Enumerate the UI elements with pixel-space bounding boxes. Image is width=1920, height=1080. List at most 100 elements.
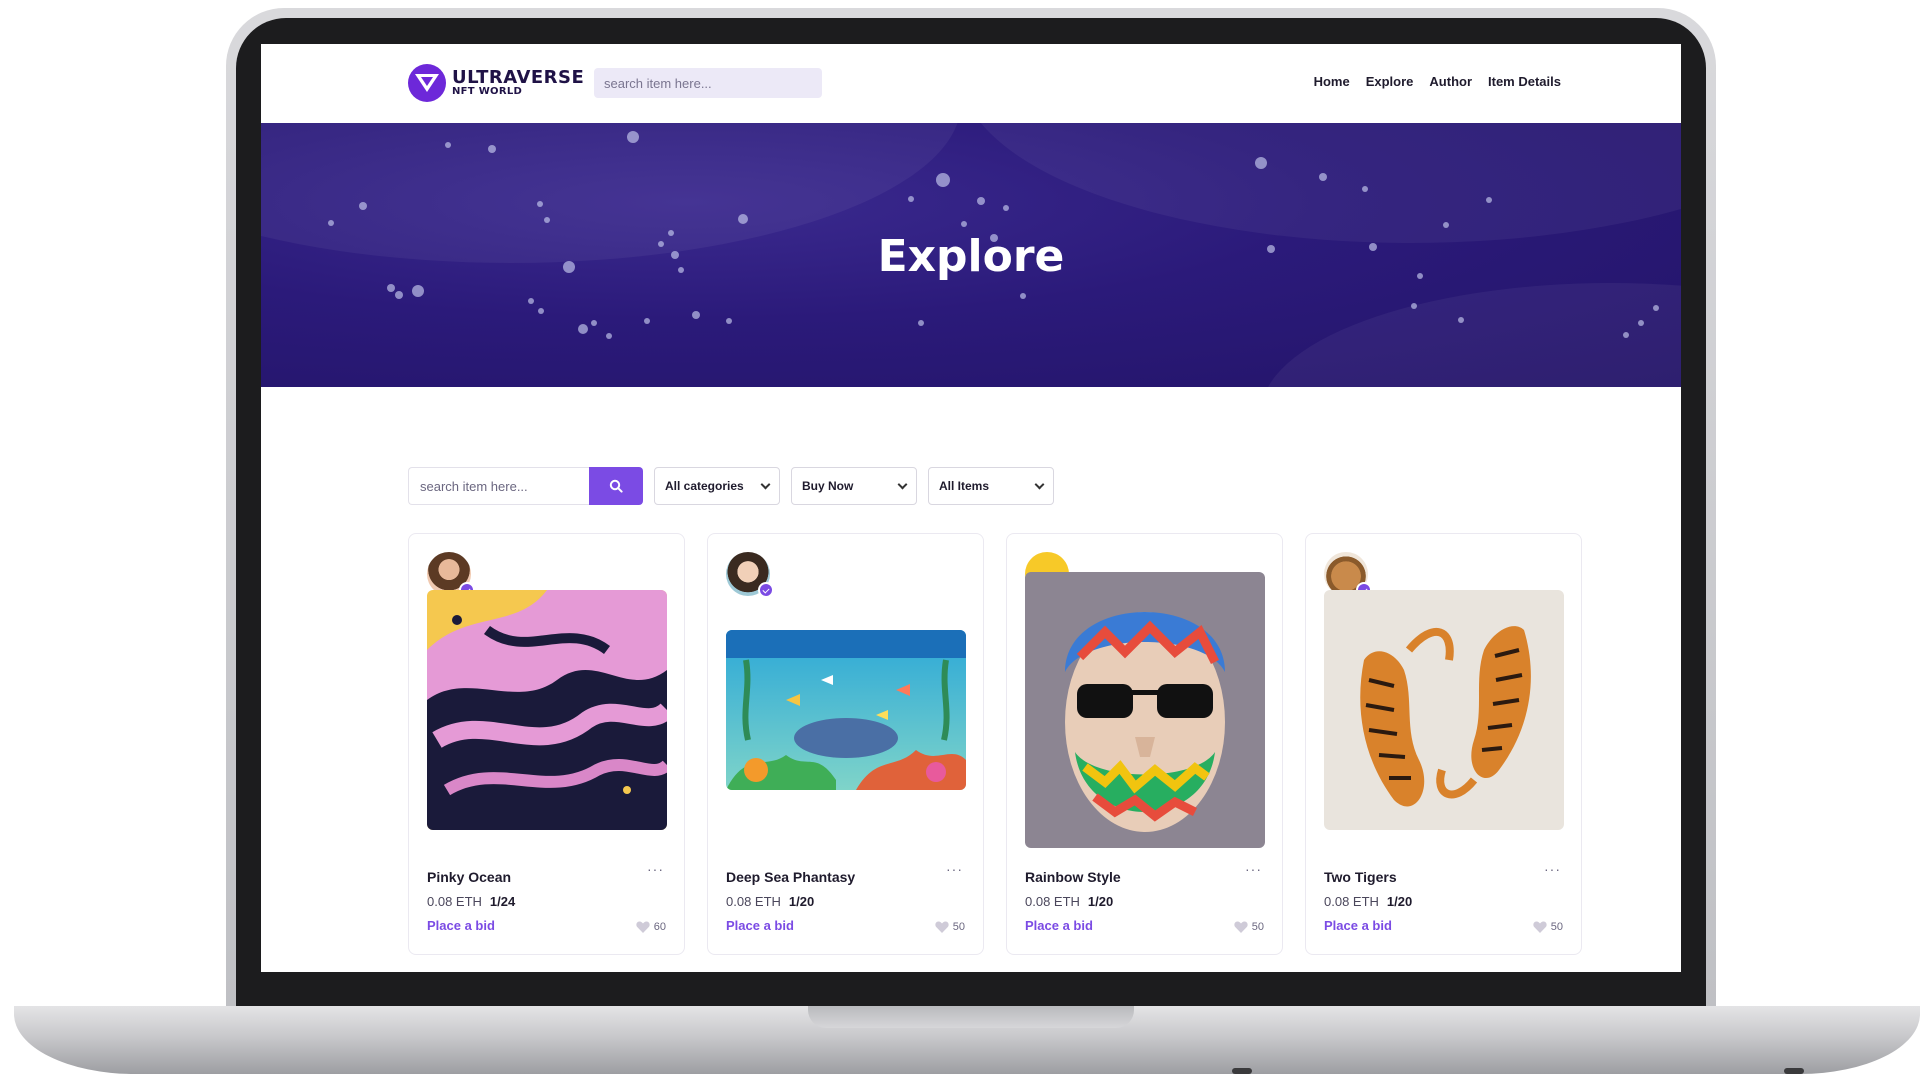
logo-subtitle: NFT WORLD: [452, 86, 523, 97]
card-title[interactable]: Two Tigers: [1324, 869, 1397, 885]
nft-image[interactable]: [1025, 572, 1265, 848]
star-dot: [544, 217, 550, 223]
sale-type-dropdown[interactable]: Buy Now: [791, 467, 917, 505]
heart-icon: [935, 921, 949, 933]
like-button[interactable]: 60: [636, 921, 666, 933]
nft-card[interactable]: Two Tigers ··· 0.08 ETH 1/20 Place a bid…: [1305, 533, 1582, 955]
star-dot: [1638, 320, 1644, 326]
nft-card[interactable]: Pinky Ocean ··· 0.08 ETH 1/24 Place a bi…: [408, 533, 685, 955]
laptop-notch: [808, 1006, 1134, 1028]
filter-search: [408, 467, 643, 505]
card-price: 0.08 ETH: [427, 894, 482, 909]
star-dot: [395, 291, 403, 299]
place-bid-link[interactable]: Place a bid: [427, 918, 495, 933]
hero-wave: [1261, 283, 1681, 387]
chevron-down-icon: [760, 479, 771, 489]
star-dot: [412, 285, 424, 297]
card-price: 0.08 ETH: [1324, 894, 1379, 909]
star-dot: [1003, 205, 1009, 211]
star-dot: [445, 142, 451, 148]
star-dot: [387, 284, 395, 292]
nav-item-details[interactable]: Item Details: [1488, 74, 1561, 89]
items-dropdown[interactable]: All Items: [928, 467, 1054, 505]
card-edition-count: 1/20: [1087, 894, 1114, 909]
star-dot: [591, 320, 597, 326]
star-dot: [578, 324, 588, 334]
like-button[interactable]: 50: [1234, 921, 1264, 933]
sale-type-dropdown-label: Buy Now: [802, 479, 854, 493]
star-dot: [908, 196, 914, 202]
card-title[interactable]: Pinky Ocean: [427, 869, 511, 885]
more-options-button[interactable]: ···: [1245, 861, 1262, 877]
nav-explore[interactable]: Explore: [1366, 74, 1414, 89]
star-dot: [1411, 303, 1417, 309]
place-bid-link[interactable]: Place a bid: [726, 918, 794, 933]
like-button[interactable]: 50: [935, 921, 965, 933]
place-bid-link[interactable]: Place a bid: [1025, 918, 1093, 933]
header-search-input[interactable]: [594, 68, 822, 98]
page-title: Explore: [877, 231, 1065, 282]
card-edition-count: 1/20: [788, 894, 815, 909]
card-title[interactable]: Deep Sea Phantasy: [726, 869, 855, 885]
more-options-button[interactable]: ···: [1544, 861, 1561, 877]
like-count: 50: [952, 921, 965, 933]
hero-wave: [961, 123, 1681, 243]
star-dot: [528, 298, 534, 304]
star-dot: [538, 308, 544, 314]
star-dot: [1362, 186, 1368, 192]
logo-title: ULTRAVERSE: [452, 67, 585, 88]
card-price: 0.08 ETH: [726, 894, 781, 909]
star-dot: [359, 202, 367, 210]
nft-artwork: [1025, 572, 1265, 848]
chevron-down-icon: [897, 479, 908, 489]
star-dot: [961, 221, 967, 227]
star-dot: [1443, 222, 1449, 228]
nft-image[interactable]: [427, 590, 667, 830]
nft-artwork: [427, 590, 667, 830]
search-button[interactable]: [589, 467, 643, 505]
search-icon: [609, 479, 623, 493]
logo-icon: [408, 64, 446, 102]
laptop-foot: [1784, 1068, 1804, 1074]
star-dot: [1319, 173, 1327, 181]
like-button[interactable]: 50: [1533, 921, 1563, 933]
avatar[interactable]: [726, 552, 774, 598]
nav-author[interactable]: Author: [1429, 74, 1472, 89]
card-price: 0.08 ETH: [1025, 894, 1080, 909]
like-count: 60: [653, 921, 666, 933]
star-dot: [1020, 293, 1026, 299]
like-count: 50: [1251, 921, 1264, 933]
star-dot: [537, 201, 543, 207]
card-title[interactable]: Rainbow Style: [1025, 869, 1121, 885]
verified-icon: [758, 582, 774, 598]
nft-card[interactable]: Rainbow Style ··· 0.08 ETH 1/20 Place a …: [1006, 533, 1283, 955]
star-dot: [644, 318, 650, 324]
chevron-down-icon: [1034, 479, 1045, 489]
nav-home[interactable]: Home: [1314, 74, 1350, 89]
star-dot: [606, 333, 612, 339]
nft-card[interactable]: Deep Sea Phantasy ··· 0.08 ETH 1/20 Plac…: [707, 533, 984, 955]
place-bid-link[interactable]: Place a bid: [1324, 918, 1392, 933]
nft-artwork: [1324, 590, 1564, 830]
heart-icon: [636, 921, 650, 933]
items-dropdown-label: All Items: [939, 479, 990, 493]
category-dropdown[interactable]: All categories: [654, 467, 780, 505]
more-options-button[interactable]: ···: [946, 861, 963, 877]
logo[interactable]: ULTRAVERSE NFT WORLD: [408, 64, 584, 102]
nft-image[interactable]: [1324, 590, 1564, 830]
hero-banner: Explore: [261, 123, 1681, 387]
nft-image[interactable]: [726, 630, 966, 790]
star-dot: [738, 214, 748, 224]
like-count: 50: [1550, 921, 1563, 933]
star-dot: [1653, 305, 1659, 311]
category-dropdown-label: All categories: [665, 479, 744, 493]
star-dot: [1486, 197, 1492, 203]
star-dot: [488, 145, 496, 153]
star-dot: [1255, 157, 1267, 169]
star-dot: [726, 318, 732, 324]
star-dot: [627, 131, 639, 143]
star-dot: [977, 197, 985, 205]
heart-icon: [1533, 921, 1547, 933]
filter-search-input[interactable]: [408, 467, 589, 505]
more-options-button[interactable]: ···: [647, 861, 664, 877]
